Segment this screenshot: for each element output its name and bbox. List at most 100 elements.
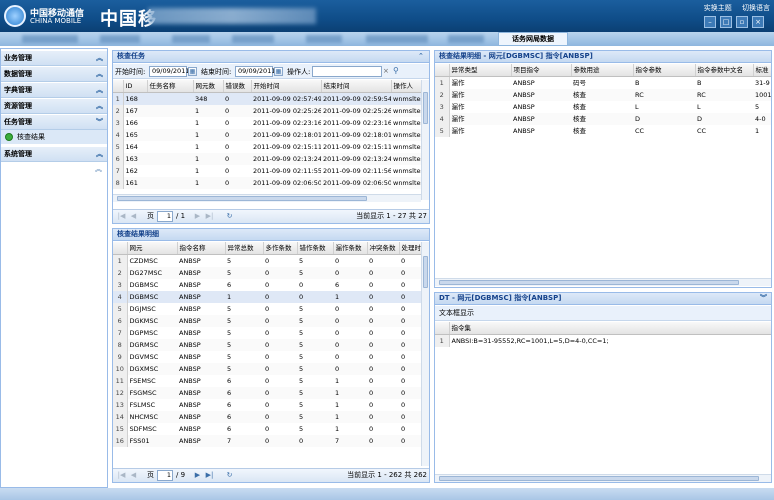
table-row[interactable]: 1 ANBSI:B=31-95552,RC=1001,L=5,D=4-0,CC=1… [435,334,771,347]
chevron-up-icon[interactable]: ︽ [96,147,103,161]
last-page-icon[interactable]: ▶| [205,212,214,221]
text-display-label[interactable]: 文本框显示 [439,309,474,317]
table-row[interactable]: 1 漏作 ANBSP 码号 B B 31-9 [435,76,771,89]
column-header[interactable]: 错作条数 [297,242,334,255]
refresh-icon[interactable]: ↻ [225,471,234,480]
column-header[interactable]: 指令参数中文名 [695,64,754,77]
chevron-up-icon[interactable]: ︽ [96,67,103,81]
table-row[interactable]: 6 DGKMSC ANBSP 5 0 5 0 0 0 [113,315,421,327]
minimize-icon[interactable]: – [704,16,716,28]
column-header[interactable] [113,242,128,255]
sidebar-section-data[interactable]: 数据管理 ︽ [1,67,107,82]
table-row[interactable]: 3 DGBMSC ANBSP 6 0 0 6 0 0 [113,279,421,291]
page-input[interactable]: 1 [157,470,173,481]
next-page-icon[interactable]: ▶ [193,212,202,221]
column-header[interactable]: 指令参数 [633,64,696,77]
start-date-input[interactable]: 09/09/2011 [149,66,189,77]
sidebar-section-system[interactable]: 系统管理 ︽ [1,147,107,162]
next-page-icon[interactable]: ▶ [193,471,202,480]
prev-page-icon[interactable]: ◀ [129,471,138,480]
table-row[interactable]: 5 DGJMSC ANBSP 5 0 5 0 0 0 [113,303,421,315]
sidebar-section-resource[interactable]: 资源管理 ︽ [1,99,107,114]
column-header[interactable]: 冲突条数 [367,242,400,255]
column-header[interactable]: 标准 [753,64,771,77]
table-row[interactable]: 4 165 1 0 2011-09-09 02:18:01 2011-09-09 02:1… [113,129,421,141]
table-row[interactable]: 2 DG27MSC ANBSP 5 0 5 0 0 0 [113,267,421,279]
nav-tab-blurred[interactable] [448,35,484,43]
table-row[interactable]: 3 漏作 ANBSP 核查 L L 5 [435,101,771,113]
chevron-up-icon[interactable]: ︽ [96,83,103,97]
scroll-thumb[interactable] [423,92,428,124]
table-row[interactable]: 5 164 1 0 2011-09-09 02:15:11 2011-09-09 02:1… [113,141,421,153]
end-date-input[interactable]: 09/09/2011 [235,66,275,77]
first-page-icon[interactable]: |◀ [117,471,126,480]
table-row[interactable]: 12 FSGMSC ANBSP 6 0 5 1 0 0 [113,387,421,399]
table-row[interactable]: 7 DGPMSC ANBSP 5 0 5 0 0 0 [113,327,421,339]
nav-tab-active[interactable]: 话务网局数据 [498,32,568,46]
chevron-up-icon[interactable]: ︽ [95,164,102,174]
chevron-up-icon[interactable]: ︽ [96,99,103,113]
horizontal-scrollbar[interactable] [435,278,771,286]
sidebar-section-task[interactable]: 任务管理 ︾ [1,115,107,130]
sidebar-section-dictionary[interactable]: 字典管理 ︽ [1,83,107,98]
table-row[interactable]: 16 FSS01 ANBSP 7 0 0 7 0 0 [113,435,421,447]
table-row[interactable]: 11 FSEMSC ANBSP 6 0 5 1 0 0 [113,375,421,387]
calendar-icon[interactable]: ▦ [188,67,197,76]
nav-tab-blurred[interactable] [22,35,78,43]
last-page-icon[interactable]: ▶| [205,471,214,480]
horizontal-scrollbar[interactable] [113,194,421,202]
table-row[interactable]: 4 DGBMSC ANBSP 1 0 0 1 0 0 [113,291,421,303]
nav-tab-blurred[interactable] [100,35,140,43]
table-row[interactable]: 2 漏作 ANBSP 核查 RC RC 1001 [435,89,771,101]
column-header[interactable] [113,80,124,93]
nav-tab-blurred[interactable] [366,35,428,43]
prev-page-icon[interactable]: ◀ [129,212,138,221]
column-header[interactable]: 异常总数 [225,242,264,255]
column-header[interactable] [435,64,450,77]
column-header[interactable]: 错误数 [223,80,252,93]
table-row[interactable]: 7 162 1 0 2011-09-09 02:11:55 2011-09-09 02:1… [113,165,421,177]
table-row[interactable]: 8 DGRMSC ANBSP 5 0 5 0 0 0 [113,339,421,351]
column-header[interactable]: 项目指令 [511,64,572,77]
column-header[interactable] [435,322,450,335]
column-header[interactable]: 开始时间 [251,80,322,93]
table-row[interactable]: 10 DGXMSC ANBSP 5 0 5 0 0 0 [113,363,421,375]
nav-tab-blurred[interactable] [172,35,210,43]
column-header[interactable]: 指令名称 [177,242,226,255]
sidebar-section-business[interactable]: 业务管理 ︽ [1,51,107,66]
search-icon[interactable]: ⚲ [393,66,402,76]
table-row[interactable]: 6 163 1 0 2011-09-09 02:13:24 2011-09-09 02:1… [113,153,421,165]
collapse-icon[interactable]: ⌃ [418,52,426,61]
language-link[interactable]: 切换语言 [742,4,770,12]
table-row[interactable]: 9 DGVMSC ANBSP 5 0 5 0 0 0 [113,351,421,363]
table-row[interactable]: 1 168 348 0 2011-09-09 02:57:49 2011-09-09 02… [113,92,421,105]
maximize-icon[interactable]: □ [720,16,732,28]
column-header[interactable]: 网元 [127,242,178,255]
theme-link[interactable]: 实换主题 [704,4,732,12]
scroll-thumb[interactable] [117,196,367,201]
column-header[interactable]: 多作条数 [263,242,298,255]
nav-tab-blurred[interactable] [232,35,274,43]
column-header[interactable]: 指令集 [449,322,771,335]
sidebar-item-check-result[interactable]: 核查结果 [1,130,107,144]
vertical-scrollbar[interactable] [421,80,429,200]
table-row[interactable]: 3 166 1 0 2011-09-09 02:23:16 2011-09-09 02:2… [113,117,421,129]
column-header[interactable]: 结束时间 [321,80,392,93]
table-row[interactable]: 14 NHCMSC ANBSP 6 0 5 1 0 0 [113,411,421,423]
first-page-icon[interactable]: |◀ [117,212,126,221]
table-row[interactable]: 8 161 1 0 2011-09-09 02:06:50 2011-09-09 02:0… [113,177,421,189]
table-row[interactable]: 4 漏作 ANBSP 核查 D D 4-0 [435,113,771,125]
table-row[interactable]: 5 漏作 ANBSP 核查 CC CC 1 [435,125,771,137]
column-header[interactable]: 网元数 [193,80,224,93]
scroll-thumb[interactable] [423,256,428,288]
refresh-icon[interactable]: ↻ [225,212,234,221]
column-header[interactable]: 异常类型 [449,64,512,77]
clear-icon[interactable]: × [383,67,392,76]
chevron-up-icon[interactable]: ︽ [96,51,103,65]
close-icon[interactable]: × [752,16,764,28]
table-row[interactable]: 2 167 1 0 2011-09-09 02:25:26 2011-09-09 02:2… [113,105,421,117]
calendar-icon[interactable]: ▦ [274,67,283,76]
restore-icon[interactable]: ▫ [736,16,748,28]
column-header[interactable]: 任务名称 [147,80,194,93]
operator-input[interactable] [312,66,382,77]
